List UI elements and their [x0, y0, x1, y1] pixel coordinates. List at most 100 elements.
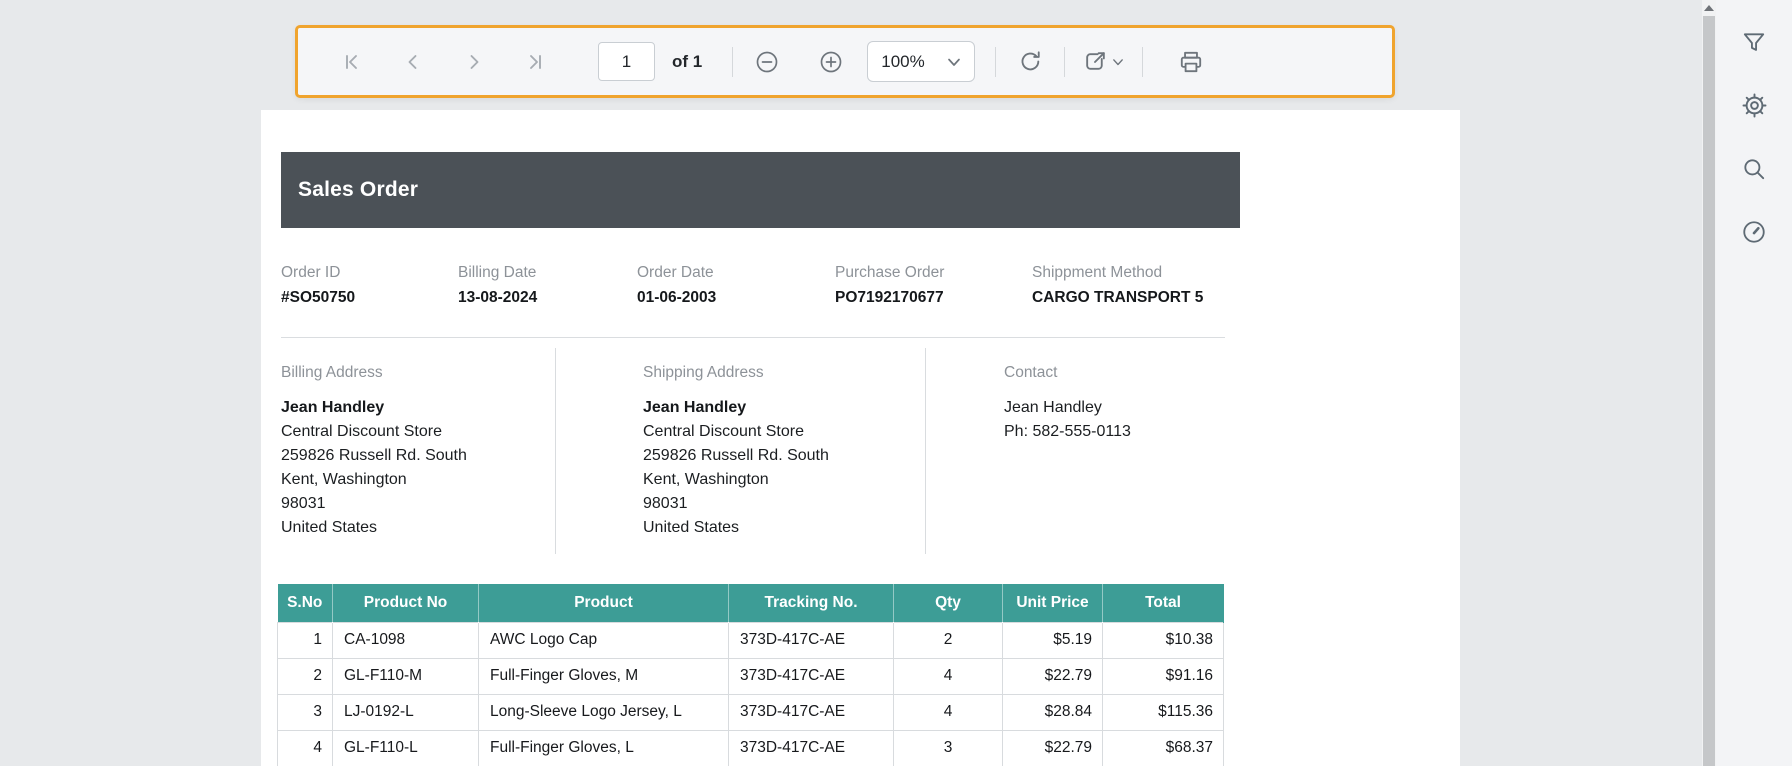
zoom-level-dropdown[interactable]: 100%	[867, 41, 975, 82]
billing-name: Jean Handley	[281, 396, 555, 420]
field-label: Purchase Order	[835, 264, 1032, 282]
cell-qty: 4	[894, 694, 1003, 730]
column-header-product: Product	[479, 584, 729, 622]
cell-product-no: LJ-0192-L	[333, 694, 479, 730]
column-header-total: Total	[1103, 584, 1224, 622]
cell-sno: 3	[278, 694, 333, 730]
cell-qty: 4	[894, 658, 1003, 694]
addresses-section: Billing Address Jean Handley Central Dis…	[281, 338, 1240, 554]
field-value: 01-06-2003	[637, 289, 835, 307]
field-value: PO7192170677	[835, 289, 1032, 307]
field-label: Order ID	[281, 264, 458, 282]
shipping-line: Central Discount Store	[643, 420, 925, 444]
billing-line: Kent, Washington	[281, 468, 555, 492]
column-header-unit-price: Unit Price	[1003, 584, 1103, 622]
cell-total: $10.38	[1103, 622, 1224, 658]
cell-tracking: 373D-417C-AE	[729, 658, 894, 694]
first-page-icon	[340, 50, 364, 74]
scroll-up-arrow[interactable]	[1702, 0, 1716, 16]
performance-button[interactable]	[1739, 218, 1769, 248]
cell-product-no: CA-1098	[333, 622, 479, 658]
scrollbar-thumb[interactable]	[1703, 16, 1715, 766]
report-title-bar: Sales Order	[281, 152, 1240, 228]
cell-sno: 4	[278, 730, 333, 766]
billing-address-block: Billing Address Jean Handley Central Dis…	[281, 348, 555, 554]
toolbar-divider	[732, 47, 733, 77]
order-field: Purchase Order PO7192170677	[835, 264, 1032, 307]
export-button[interactable]	[1079, 42, 1128, 82]
column-header-qty: Qty	[894, 584, 1003, 622]
toolbar-divider	[1064, 47, 1065, 77]
chevron-down-icon	[1112, 57, 1124, 67]
refresh-button[interactable]	[1010, 42, 1050, 82]
zoom-out-button[interactable]	[747, 42, 787, 82]
document-page: Sales Order Order ID #SO50750 Billing Da…	[261, 110, 1460, 766]
cell-product: Long-Sleeve Logo Jersey, L	[479, 694, 729, 730]
contact-label: Contact	[1004, 364, 1240, 382]
search-icon	[1741, 156, 1767, 185]
export-icon	[1083, 49, 1108, 74]
contact-line: Jean Handley	[1004, 396, 1240, 420]
cell-unit-price: $28.84	[1003, 694, 1103, 730]
previous-page-button[interactable]	[393, 42, 433, 82]
last-page-button[interactable]	[515, 42, 555, 82]
shipping-address-block: Shipping Address Jean Handley Central Di…	[555, 348, 925, 554]
cell-qty: 2	[894, 622, 1003, 658]
toolbar-divider	[995, 47, 996, 77]
billing-line: 259826 Russell Rd. South	[281, 444, 555, 468]
cell-product: Full-Finger Gloves, M	[479, 658, 729, 694]
cell-qty: 3	[894, 730, 1003, 766]
field-value: 13-08-2024	[458, 289, 637, 307]
cell-total: $91.16	[1103, 658, 1224, 694]
column-header-tracking-no: Tracking No.	[729, 584, 894, 622]
cell-sno: 1	[278, 622, 333, 658]
table-row: 4 GL-F110-L Full-Finger Gloves, L 373D-4…	[278, 730, 1224, 766]
field-value: #SO50750	[281, 289, 458, 307]
table-row: 2 GL-F110-M Full-Finger Gloves, M 373D-4…	[278, 658, 1224, 694]
order-field: Order ID #SO50750	[281, 264, 458, 307]
shipping-name: Jean Handley	[643, 396, 925, 420]
field-label: Billing Date	[458, 264, 637, 282]
vertical-scrollbar[interactable]	[1702, 0, 1716, 766]
column-header-product-no: Product No	[333, 584, 479, 622]
shipping-line: 259826 Russell Rd. South	[643, 444, 925, 468]
cell-sno: 2	[278, 658, 333, 694]
order-field: Billing Date 13-08-2024	[458, 264, 637, 307]
page-number-input[interactable]	[598, 42, 655, 81]
field-value: CARGO TRANSPORT 5	[1032, 289, 1240, 307]
side-panel	[1716, 0, 1792, 766]
shipping-line: Kent, Washington	[643, 468, 925, 492]
refresh-icon	[1018, 49, 1043, 74]
order-field: Shippment Method CARGO TRANSPORT 5	[1032, 264, 1240, 307]
table-row: 1 CA-1098 AWC Logo Cap 373D-417C-AE 2 $5…	[278, 622, 1224, 658]
zoom-out-icon	[754, 49, 780, 75]
print-icon	[1178, 49, 1204, 75]
previous-page-icon	[401, 50, 425, 74]
cell-total: $68.37	[1103, 730, 1224, 766]
next-page-button[interactable]	[454, 42, 494, 82]
cell-unit-price: $22.79	[1003, 730, 1103, 766]
cell-product-no: GL-F110-M	[333, 658, 479, 694]
billing-address-label: Billing Address	[281, 364, 555, 382]
cell-product: Full-Finger Gloves, L	[479, 730, 729, 766]
filter-button[interactable]	[1739, 29, 1769, 59]
report-title: Sales Order	[298, 178, 418, 202]
settings-button[interactable]	[1739, 92, 1769, 122]
gauge-icon	[1741, 219, 1767, 248]
zoom-in-button[interactable]	[811, 42, 851, 82]
zoom-level-value: 100%	[881, 52, 924, 72]
cell-product-no: GL-F110-L	[333, 730, 479, 766]
column-header-sno: S.No	[278, 584, 333, 622]
cell-tracking: 373D-417C-AE	[729, 730, 894, 766]
order-info-section: Order ID #SO50750 Billing Date 13-08-202…	[281, 264, 1240, 307]
search-button[interactable]	[1739, 155, 1769, 185]
shipping-address-label: Shipping Address	[643, 364, 925, 382]
cell-total: $115.36	[1103, 694, 1224, 730]
page-count-label: of 1	[672, 52, 702, 72]
first-page-button[interactable]	[332, 42, 372, 82]
table-row: 3 LJ-0192-L Long-Sleeve Logo Jersey, L 3…	[278, 694, 1224, 730]
toolbar-divider	[1142, 47, 1143, 77]
print-button[interactable]	[1171, 42, 1211, 82]
field-label: Shippment Method	[1032, 264, 1240, 282]
next-page-icon	[462, 50, 486, 74]
